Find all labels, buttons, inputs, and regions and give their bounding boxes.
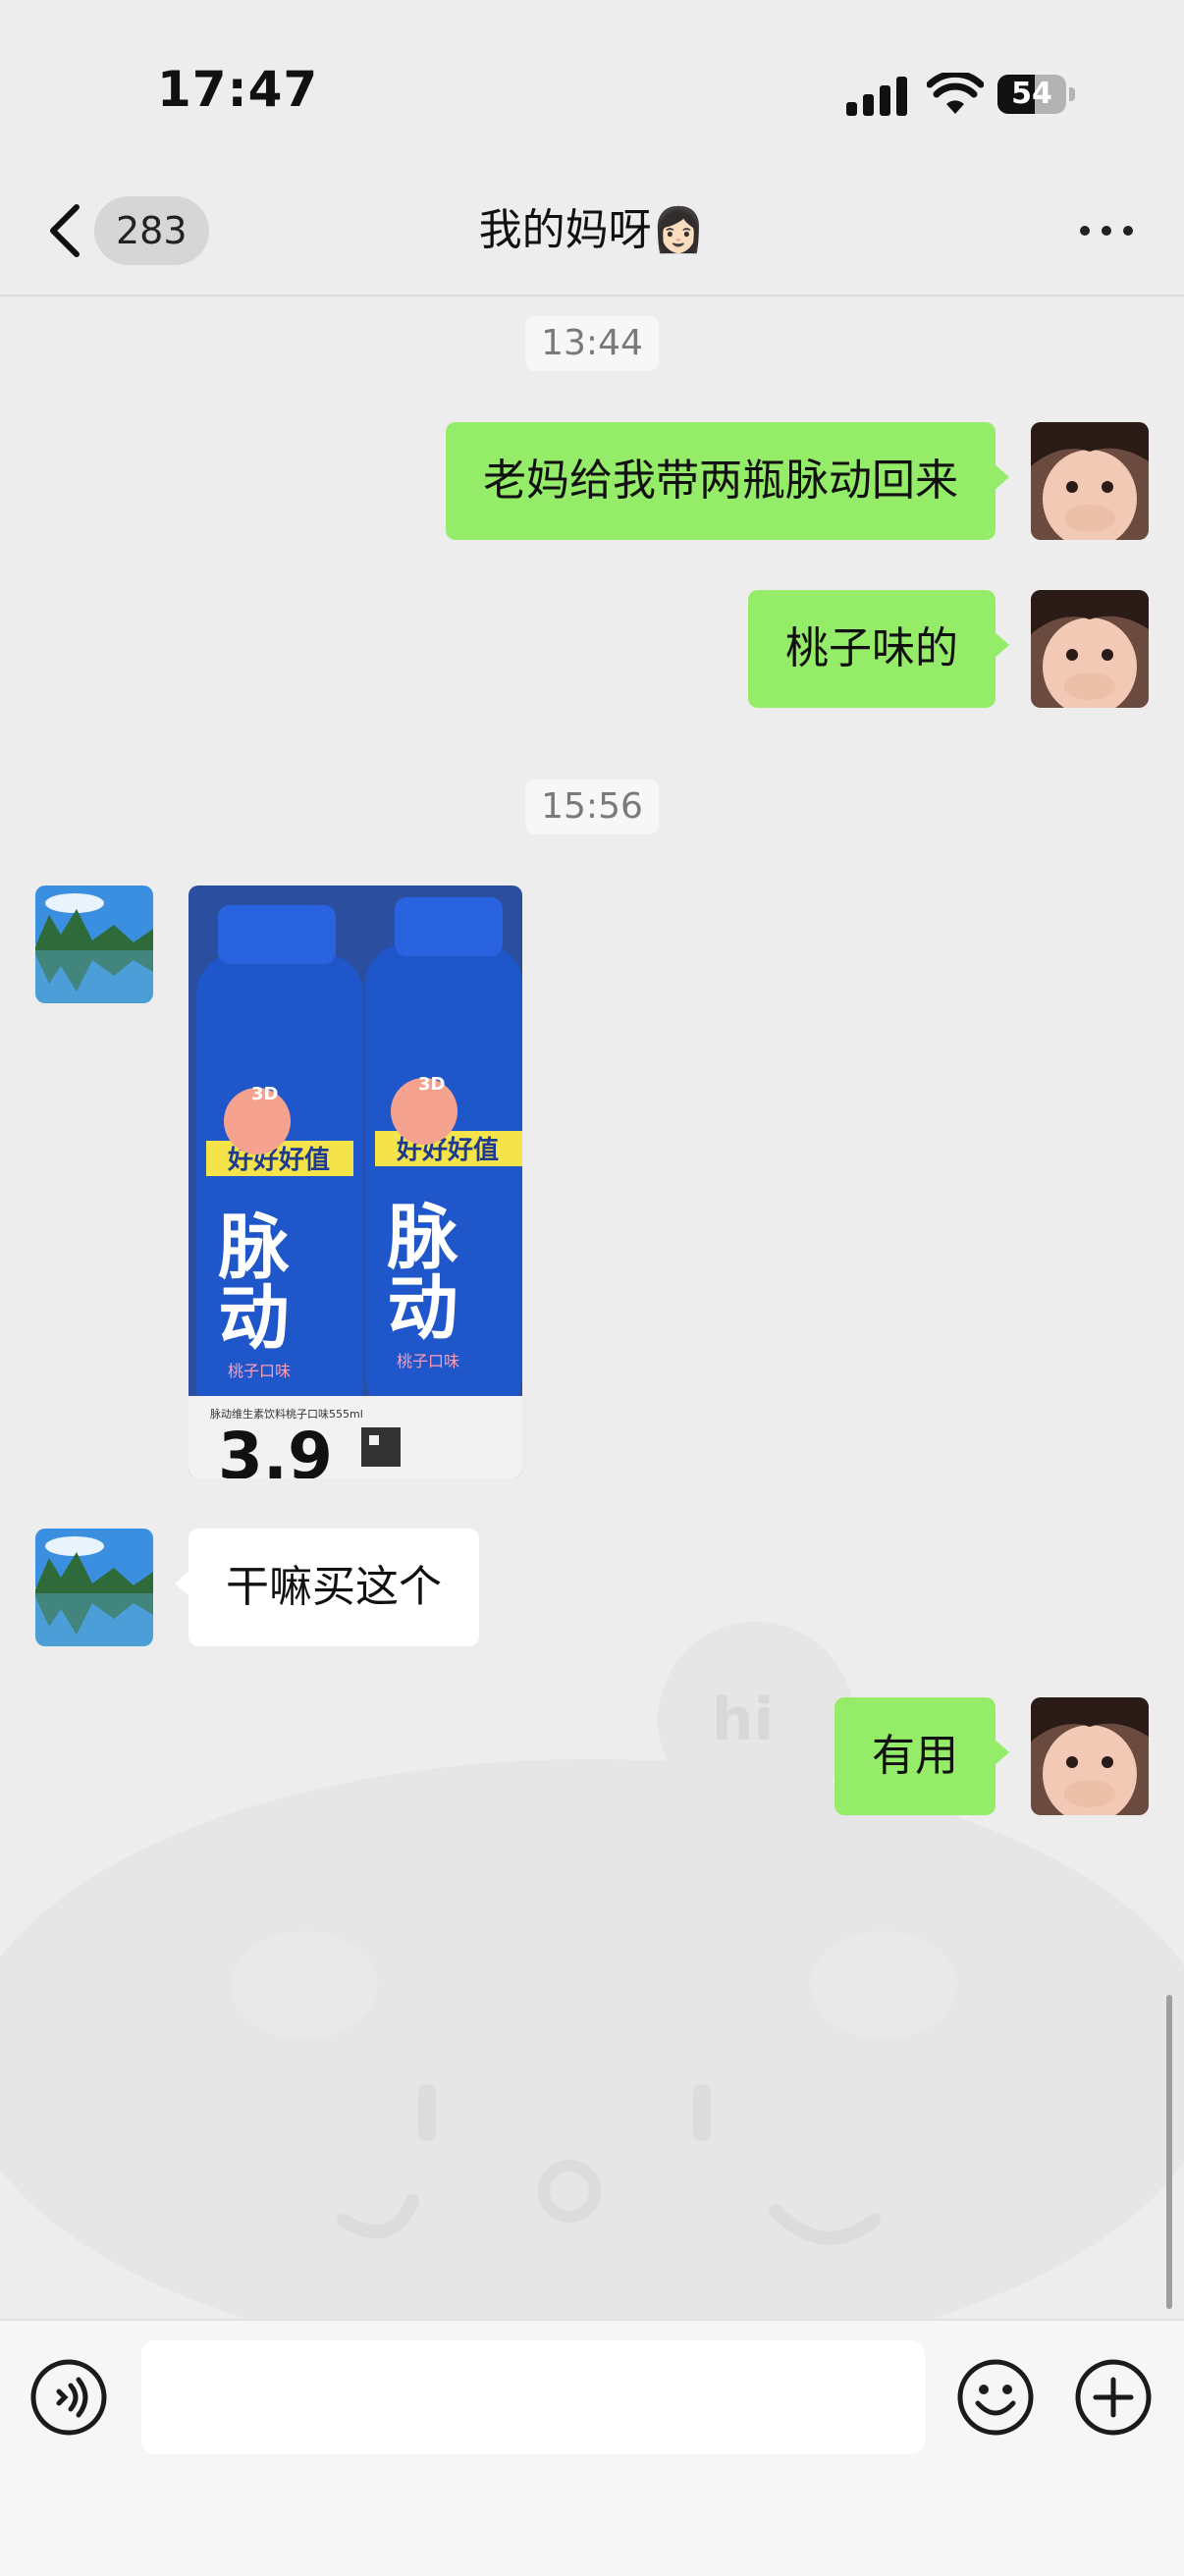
nav-bar: 我的妈呀👩🏻 283 (0, 167, 1184, 296)
svg-text:hi: hi (712, 1686, 774, 1754)
battery-icon: 54 (997, 75, 1076, 116)
unread-count-badge[interactable]: 283 (94, 196, 209, 265)
bottle-flavor: 桃子口味 (397, 1352, 459, 1370)
bottle-badge: 3D (251, 1084, 278, 1104)
bottle-brand: 脉动 (206, 1209, 289, 1351)
price-tag: 3.9 (218, 1419, 333, 1478)
avatar-me[interactable] (1031, 1697, 1149, 1815)
timestamp: 13:44 (525, 316, 659, 371)
avatar-me[interactable] (1031, 422, 1149, 540)
status-bar: 17:47 54 (0, 0, 1184, 167)
bottle-brand: 脉动 (375, 1200, 457, 1341)
avatar-contact[interactable] (35, 1529, 153, 1646)
avatar-me[interactable] (1031, 590, 1149, 708)
message-bubble-outgoing[interactable]: 老妈给我带两瓶脉动回来 (446, 422, 1009, 540)
voice-mode-icon[interactable] (29, 2358, 108, 2437)
bottle-flavor: 桃子口味 (228, 1362, 291, 1380)
message-bubble-incoming[interactable]: 干嘛买这个 (175, 1529, 479, 1646)
chat-area[interactable]: hi 13:44 老妈给我带两瓶脉动回来 桃子味的 15:56 好好好值 3D … (0, 296, 1184, 2319)
chevron-left-icon[interactable] (41, 201, 90, 260)
message-bubble-outgoing[interactable]: 桃子味的 (748, 590, 1009, 708)
more-dots-icon[interactable] (1072, 216, 1141, 245)
signal-icon (846, 77, 909, 116)
emoji-icon[interactable] (956, 2358, 1035, 2437)
message-input[interactable] (141, 2340, 925, 2454)
input-bar (0, 2319, 1184, 2576)
bottle-badge: 3D (418, 1074, 445, 1095)
wifi-icon (927, 73, 984, 114)
scrollbar[interactable] (1166, 1995, 1172, 2309)
plus-icon[interactable] (1074, 2358, 1153, 2437)
status-time: 17:47 (157, 61, 319, 118)
timestamp: 15:56 (525, 779, 659, 834)
battery-level: 54 (1011, 77, 1052, 111)
message-image[interactable]: 好好好值 3D 脉动 桃子口味 好好好值 3D 脉动 桃子口味 脉动维生素饮料桃… (188, 886, 522, 1478)
message-bubble-outgoing[interactable]: 有用 (834, 1697, 1009, 1815)
avatar-contact[interactable] (35, 886, 153, 1003)
chat-wallpaper: hi (0, 1622, 1184, 2319)
